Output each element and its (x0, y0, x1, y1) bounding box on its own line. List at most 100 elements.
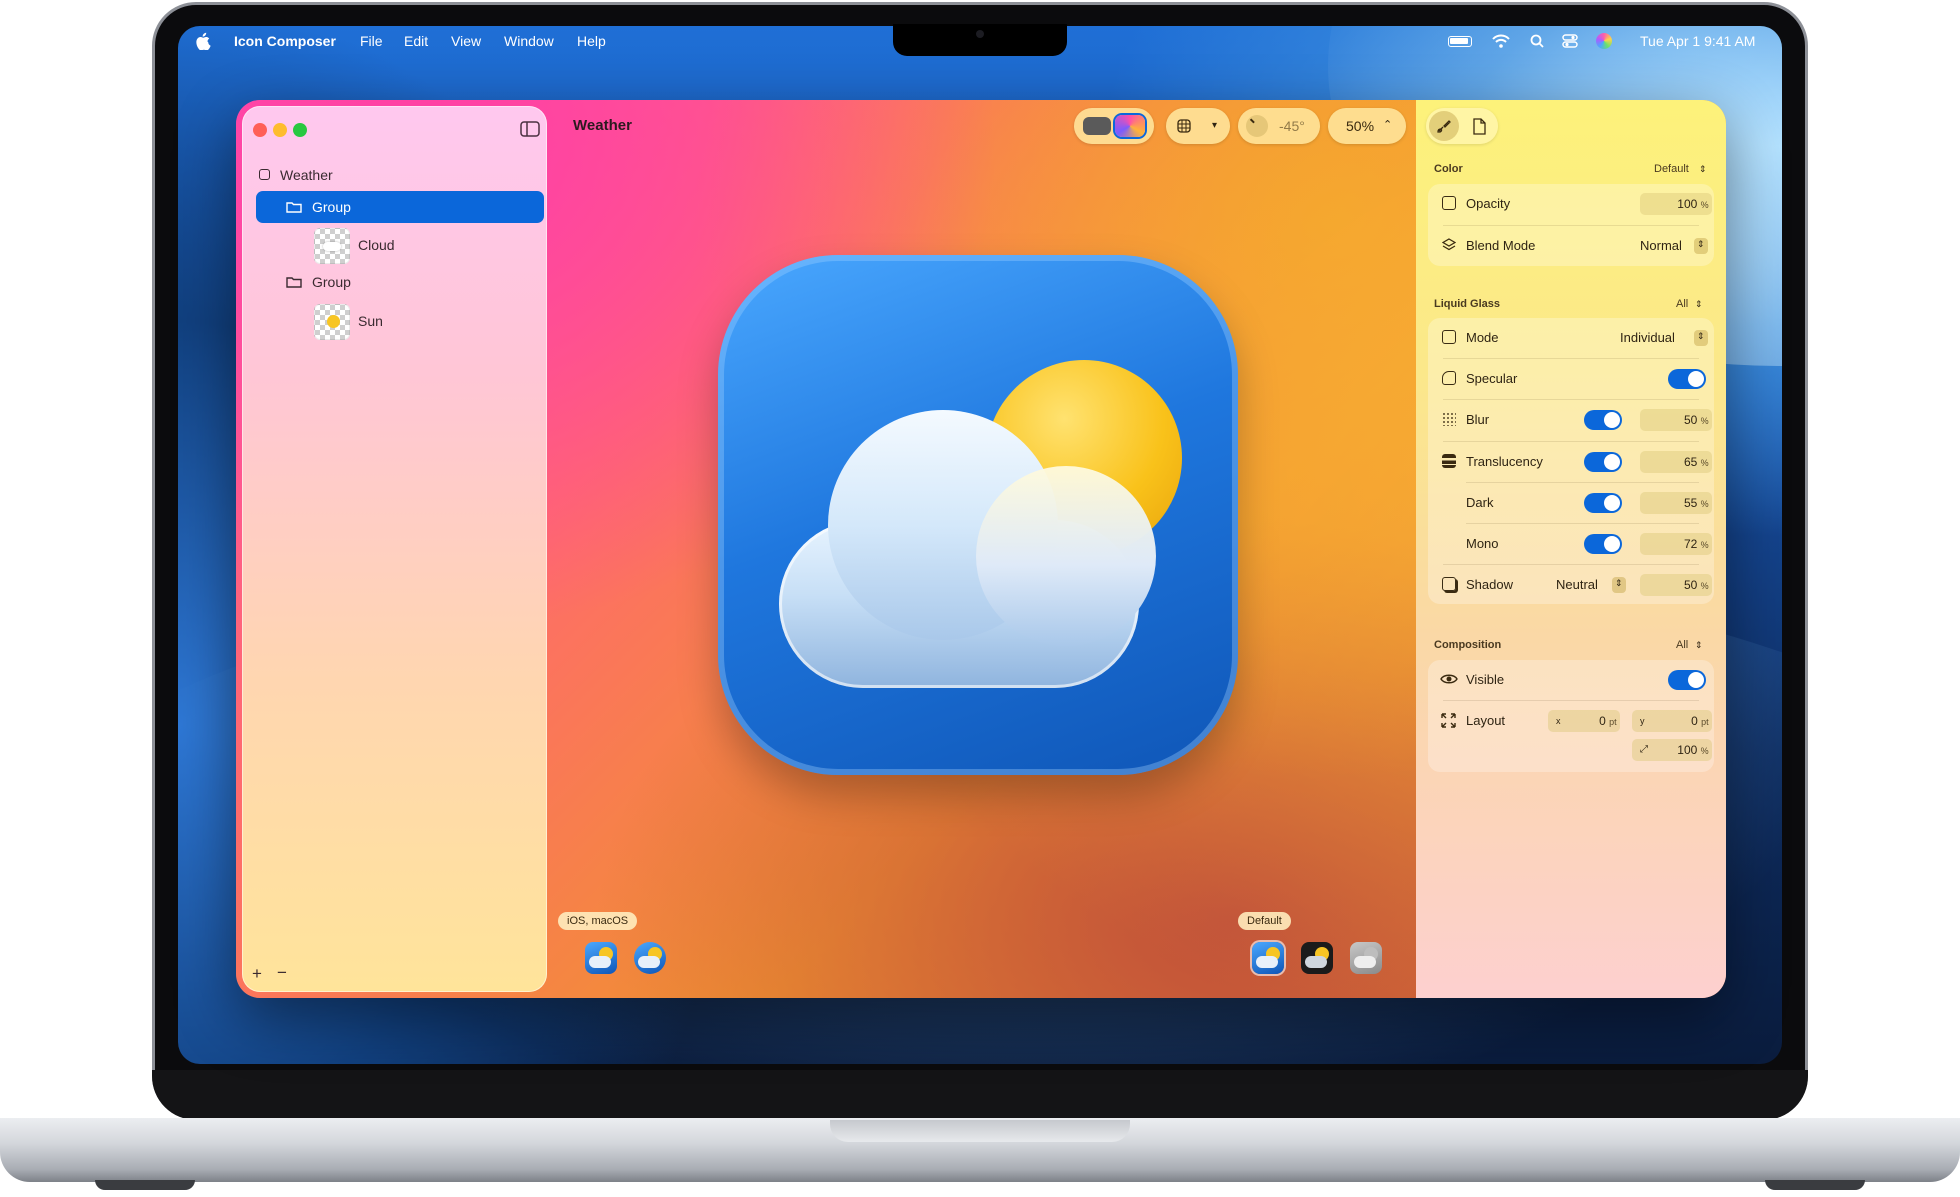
mono-label: Mono (1466, 536, 1499, 551)
mono-toggle[interactable] (1584, 534, 1622, 554)
layer-label: Group (312, 274, 351, 290)
layers-sidebar: Weather Group Cloud Group Sun + − (242, 106, 547, 992)
dark-toggle[interactable] (1584, 493, 1622, 513)
document-inspector-icon[interactable] (1472, 118, 1486, 135)
visible-label: Visible (1466, 672, 1505, 687)
menu-file[interactable]: File (360, 33, 383, 49)
y-value: 0 (1691, 714, 1698, 728)
mono-field[interactable]: 72 % (1640, 533, 1712, 555)
percent-unit: % (1700, 540, 1709, 550)
color-section-menu[interactable]: Default (1654, 163, 1689, 175)
blend-mode-popup[interactable]: Normal (1640, 238, 1682, 253)
point-unit: pt (1609, 717, 1617, 727)
percent-unit: % (1700, 581, 1709, 591)
dark-row: Dark 55 % (1428, 483, 1714, 523)
spotlight-search-icon[interactable] (1530, 34, 1544, 48)
laptop-foot (95, 1180, 195, 1190)
ios-icon-preview[interactable] (585, 942, 617, 974)
laptop-base-notch (830, 1120, 1130, 1142)
platform-tag: iOS, macOS (558, 912, 638, 930)
layer-row-document[interactable]: Weather (256, 160, 544, 190)
chevron-updown-icon: ⇕ (1694, 330, 1708, 346)
mono-appearance-preview[interactable] (1350, 942, 1382, 974)
composition-section-title: Composition (1434, 639, 1502, 651)
laptop-foot (1765, 1180, 1865, 1190)
opacity-value: 100 (1677, 197, 1698, 211)
scale-arrow-icon: ⤢ (1640, 744, 1648, 755)
color-appearance-button[interactable] (1115, 115, 1145, 137)
layer-label: Group (312, 199, 351, 215)
remove-layer-button[interactable]: − (277, 963, 287, 983)
translucency-field[interactable]: 65 % (1640, 451, 1712, 473)
minimize-window-button[interactable] (273, 123, 287, 137)
layer-label: Sun (358, 313, 383, 329)
composition-section-menu[interactable]: All (1676, 639, 1688, 651)
light-angle-control[interactable]: -45° (1238, 108, 1320, 144)
add-layer-button[interactable]: + (252, 964, 262, 984)
percent-unit: % (1700, 746, 1709, 756)
y-label: y (1640, 716, 1645, 726)
scale-field[interactable]: ⤢ 100 % (1632, 739, 1712, 761)
layer-label: Weather (280, 167, 333, 183)
layer-row-cloud[interactable]: Cloud (256, 224, 544, 264)
appearance-inspector-tab[interactable] (1429, 111, 1459, 141)
mono-row: Mono 72 % (1428, 524, 1714, 564)
document-icon (259, 169, 270, 180)
chevron-updown-icon: ⌃ (1383, 119, 1393, 131)
apple-icon[interactable] (196, 32, 212, 50)
opacity-field[interactable]: 100 % (1640, 193, 1712, 215)
menu-bar: Icon Composer File Edit View Window Help… (178, 26, 1782, 56)
translucency-toggle[interactable] (1584, 452, 1622, 472)
menu-app-name[interactable]: Icon Composer (234, 33, 336, 49)
blur-row: Blur 50 % (1428, 400, 1714, 440)
chevron-down-icon: ▾ (1212, 120, 1218, 131)
layer-label: Cloud (358, 237, 395, 253)
percent-unit: % (1700, 200, 1709, 210)
shadow-field[interactable]: 50 % (1640, 574, 1712, 596)
siri-icon[interactable] (1596, 33, 1612, 49)
menu-edit[interactable]: Edit (404, 33, 428, 49)
dark-appearance-button[interactable] (1083, 117, 1111, 135)
blur-toggle[interactable] (1584, 410, 1622, 430)
expand-arrows-icon (1441, 713, 1456, 728)
blur-icon (1442, 412, 1456, 426)
wifi-icon[interactable] (1492, 34, 1510, 48)
percent-unit: % (1700, 499, 1709, 509)
dark-appearance-preview[interactable] (1301, 942, 1333, 974)
zoom-window-button[interactable] (293, 123, 307, 137)
shadow-value: 50 (1683, 578, 1698, 592)
x-position-field[interactable]: x 0 pt (1548, 710, 1620, 732)
specular-toggle[interactable] (1668, 369, 1706, 389)
chevron-updown-icon: ⇕ (1699, 164, 1707, 174)
light-angle-value: -45° (1279, 118, 1305, 134)
layer-row-group-selected[interactable]: Group (256, 191, 544, 223)
translucency-value: 65 (1683, 455, 1698, 469)
control-center-icon[interactable] (1562, 34, 1578, 48)
blur-field[interactable]: 50 % (1640, 409, 1712, 431)
y-position-field[interactable]: y 0 pt (1632, 710, 1712, 732)
cloud-puff (976, 466, 1156, 646)
opacity-row: Opacity 100 % (1428, 184, 1714, 224)
menu-help[interactable]: Help (577, 33, 606, 49)
blend-mode-row: Blend Mode Normal ⇕ (1428, 226, 1714, 266)
zoom-popup[interactable]: 50% ⌃ (1328, 108, 1406, 144)
canvas-options-popup[interactable]: ▾ (1166, 108, 1230, 144)
close-window-button[interactable] (253, 123, 267, 137)
layers-icon (1442, 238, 1456, 251)
default-appearance-preview[interactable] (1252, 942, 1284, 974)
visible-toggle[interactable] (1668, 670, 1706, 690)
battery-icon[interactable] (1448, 36, 1472, 47)
menu-view[interactable]: View (451, 33, 481, 49)
menu-window[interactable]: Window (504, 33, 554, 49)
mode-popup[interactable]: Individual (1620, 330, 1675, 345)
sidebar-toggle-icon[interactable] (520, 121, 540, 137)
blur-label: Blur (1466, 412, 1490, 427)
zoom-value: 50% (1346, 118, 1375, 134)
layer-row-sun[interactable]: Sun (256, 300, 544, 340)
layer-row-group[interactable]: Group (256, 267, 544, 297)
menubar-clock[interactable]: Tue Apr 1 9:41 AM (1640, 33, 1755, 49)
dark-field[interactable]: 55 % (1640, 492, 1712, 514)
shadow-mode-popup[interactable]: Neutral (1556, 577, 1598, 592)
liquid-glass-section-menu[interactable]: All (1676, 298, 1688, 310)
macos-icon-preview[interactable] (634, 942, 666, 974)
